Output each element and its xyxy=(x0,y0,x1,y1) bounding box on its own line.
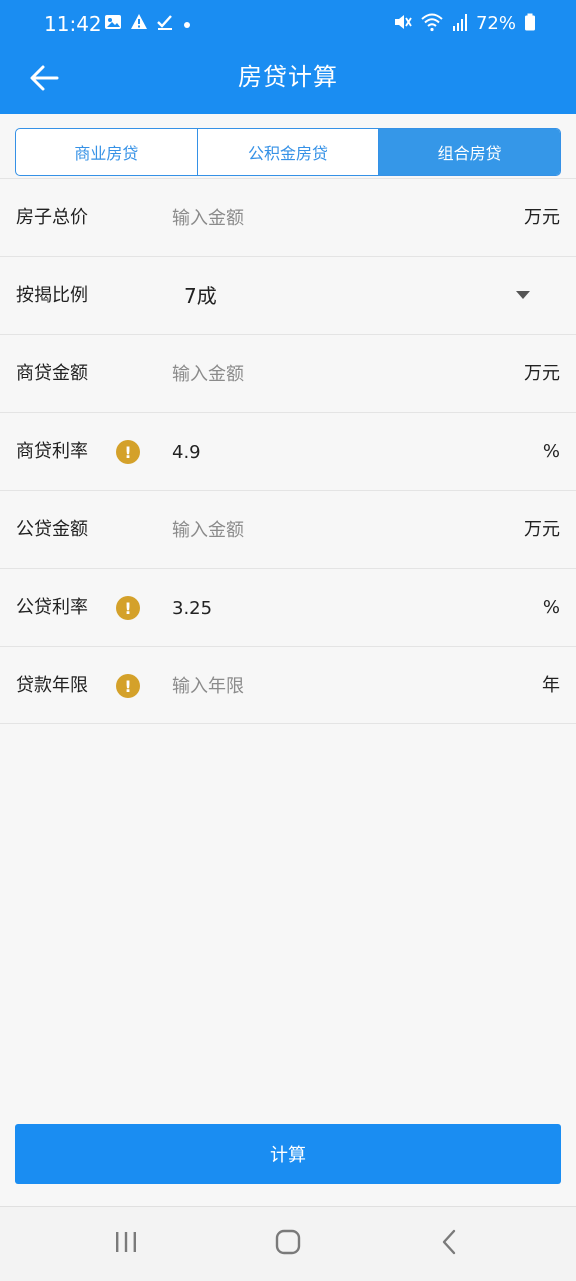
home-button[interactable] xyxy=(268,1224,308,1264)
term-label: 贷款年限 xyxy=(16,675,88,696)
ratio-select[interactable]: 7成 xyxy=(172,257,560,335)
home-icon xyxy=(273,1227,303,1261)
system-navigation-bar xyxy=(0,1206,576,1281)
status-system-icons: 72% xyxy=(392,12,536,36)
tab-commercial-loan[interactable]: 商业房贷 xyxy=(16,129,198,175)
system-back-button[interactable] xyxy=(430,1224,470,1264)
term-unit: 年 xyxy=(542,675,560,696)
caret-down-icon xyxy=(516,291,530,299)
form-row-term: 贷款年限 ! 年 xyxy=(0,646,576,724)
signal-icon xyxy=(452,12,468,36)
page-title: 房贷计算 xyxy=(238,63,338,91)
back-icon xyxy=(435,1227,465,1261)
commercial-amount-input[interactable] xyxy=(172,354,472,394)
ratio-selected-value: 7成 xyxy=(184,284,217,308)
commercial-rate-input[interactable] xyxy=(172,432,472,472)
info-warning-icon[interactable]: ! xyxy=(116,440,140,464)
mute-icon xyxy=(392,12,412,36)
commercial-rate-unit: % xyxy=(542,441,560,462)
term-input[interactable] xyxy=(172,666,472,706)
form-row-ratio: 按揭比例 7成 xyxy=(0,256,576,334)
total-price-label: 房子总价 xyxy=(16,207,88,228)
total-price-input[interactable] xyxy=(172,198,472,238)
status-notification-icons xyxy=(104,14,192,34)
fund-amount-input[interactable] xyxy=(172,510,472,550)
commercial-amount-unit: 万元 xyxy=(524,363,560,384)
ratio-label: 按揭比例 xyxy=(16,285,88,306)
loan-type-tabs: 商业房贷 公积金房贷 组合房贷 xyxy=(15,128,561,176)
check-icon xyxy=(156,13,174,35)
recent-apps-button[interactable] xyxy=(106,1224,146,1264)
battery-percentage: 72% xyxy=(475,13,516,34)
total-price-unit: 万元 xyxy=(524,207,560,228)
dot-icon xyxy=(182,15,192,34)
form-row-fund-amount: 公贷金额 万元 xyxy=(0,490,576,568)
fund-rate-input[interactable] xyxy=(172,588,472,628)
form-row-commercial-amount: 商贷金额 万元 xyxy=(0,334,576,412)
status-time: 11:42 xyxy=(44,12,102,36)
tab-housing-fund-loan[interactable]: 公积金房贷 xyxy=(198,129,380,175)
tab-combined-loan[interactable]: 组合房贷 xyxy=(379,129,560,175)
info-warning-icon[interactable]: ! xyxy=(116,596,140,620)
warning-icon xyxy=(130,13,148,35)
commercial-rate-label: 商贷利率 xyxy=(16,441,88,462)
fund-rate-unit: % xyxy=(542,597,560,618)
recent-apps-icon xyxy=(111,1227,141,1261)
fund-amount-label: 公贷金额 xyxy=(16,519,88,540)
status-bar: 11:42 72% xyxy=(0,0,576,48)
form-row-commercial-rate: 商贷利率 ! % xyxy=(0,412,576,490)
commercial-amount-label: 商贷金额 xyxy=(16,363,88,384)
form-row-fund-rate: 公贷利率 ! % xyxy=(0,568,576,646)
info-warning-icon[interactable]: ! xyxy=(116,674,140,698)
app-header-bar: 11:42 72% 房贷计算 xyxy=(0,0,576,114)
wifi-icon xyxy=(420,12,444,36)
form-row-total-price: 房子总价 万元 xyxy=(0,178,576,256)
fund-rate-label: 公贷利率 xyxy=(16,597,88,618)
image-icon xyxy=(104,13,122,35)
loan-form: 房子总价 万元 按揭比例 7成 商贷金额 万元 商贷利率 ! % 公贷金额 万元… xyxy=(0,178,576,724)
battery-icon xyxy=(524,13,536,35)
header: 房贷计算 xyxy=(0,48,576,114)
calculate-button[interactable]: 计算 xyxy=(15,1124,561,1184)
fund-amount-unit: 万元 xyxy=(524,519,560,540)
